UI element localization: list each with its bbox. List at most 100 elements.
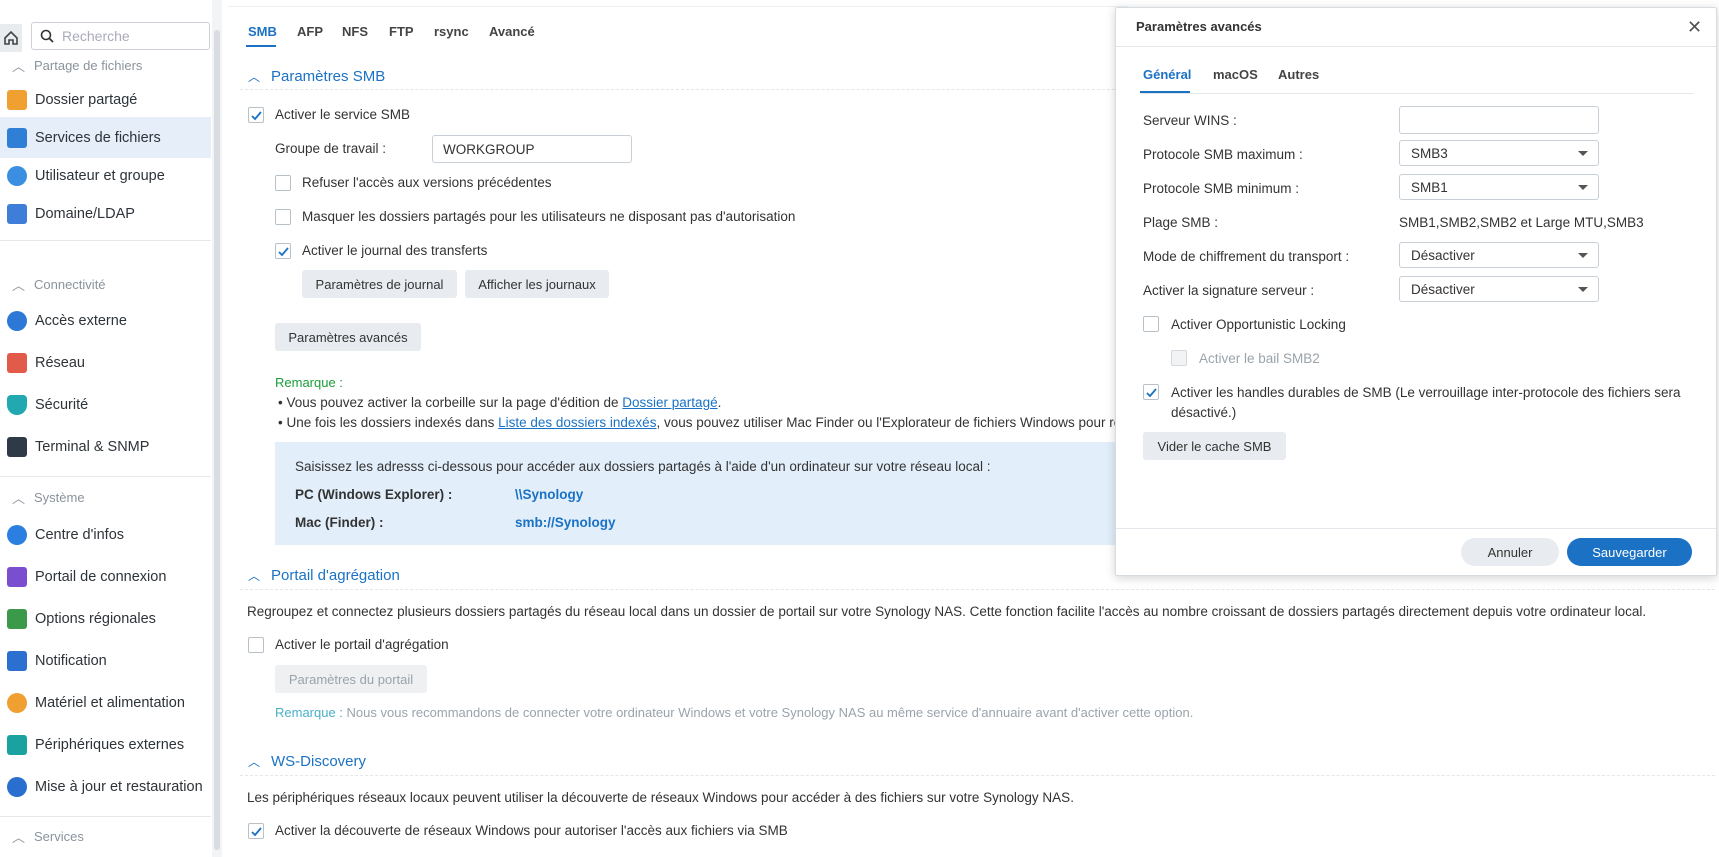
dialog-tab-general[interactable]: Général [1143, 67, 1191, 82]
tab-smb[interactable]: SMB [248, 24, 277, 39]
search-icon [40, 29, 54, 43]
sidebar-item-shared-folder[interactable]: Dossier partagé [0, 79, 211, 120]
clear-cache-button[interactable]: Vider le cache SMB [1143, 432, 1286, 460]
hide-shares-checkbox[interactable] [275, 209, 291, 225]
divider [240, 775, 1715, 776]
sidebar-item-domain[interactable]: Domaine/LDAP [0, 193, 211, 234]
section-services[interactable]: ︿ Services [0, 819, 212, 853]
sidebar-item-regional[interactable]: Options régionales [0, 598, 211, 639]
mac-address: smb://Synology [515, 515, 616, 530]
note-label: Remarque : [275, 375, 343, 390]
dialog-tab-macos[interactable]: macOS [1213, 67, 1258, 82]
sidebar-item-security[interactable]: Sécurité [0, 384, 211, 425]
max-protocol-select[interactable]: SMB3 [1399, 140, 1599, 166]
cancel-button[interactable]: Annuler [1461, 538, 1559, 566]
sidebar-item-file-services[interactable]: Services de fichiers [0, 117, 211, 158]
chevron-up-icon: ︿ [248, 755, 261, 769]
chevron-up-icon: ︿ [12, 829, 26, 845]
tab-advanced[interactable]: Avancé [489, 24, 535, 39]
sidebar-item-label: Portail de connexion [35, 568, 167, 585]
section-connectivite[interactable]: ︿ Connectivité [0, 267, 212, 301]
section-header-smb[interactable]: ︿ Paramètres SMB [248, 68, 385, 85]
enable-log-checkbox[interactable] [275, 243, 291, 259]
section-header-aggregation[interactable]: ︿ Portail d'agrégation [248, 567, 400, 584]
tab-afp[interactable]: AFP [297, 24, 323, 39]
update-restore-icon [7, 776, 27, 797]
chevron-down-icon [1578, 287, 1588, 292]
sidebar-item-update[interactable]: Mise à jour et restauration [0, 766, 211, 807]
smb-range-label: Plage SMB : [1143, 215, 1219, 230]
workgroup-label: Groupe de travail : [275, 141, 387, 156]
divider [1140, 93, 1693, 94]
enable-log-label: Activer le journal des transferts [302, 243, 488, 258]
min-protocol-select[interactable]: SMB1 [1399, 174, 1599, 200]
sidebar-item-label: Sécurité [35, 396, 89, 413]
note-text: Vous pouvez activer la corbeille sur la … [286, 395, 623, 410]
section-label: Partage de fichiers [34, 57, 143, 73]
user-group-icon [7, 165, 27, 186]
tab-ftp[interactable]: FTP [389, 24, 414, 39]
section-partage[interactable]: ︿ Partage de fichiers [0, 48, 212, 82]
signing-select[interactable]: Désactiver [1399, 276, 1599, 302]
chevron-up-icon: ︿ [12, 490, 26, 506]
workgroup-input[interactable]: WORKGROUP [432, 135, 632, 163]
enable-wsd-checkbox[interactable] [248, 823, 264, 839]
aggregation-note: Remarque : Nous vous recommandons de con… [275, 705, 1193, 720]
shared-folder-link[interactable]: Dossier partagé [622, 395, 717, 410]
chevron-down-icon [1578, 185, 1588, 190]
wins-input[interactable] [1399, 106, 1599, 134]
note-text: Nous vous recommandons de connecter votr… [346, 705, 1194, 720]
chevron-down-icon [1578, 253, 1588, 258]
wins-label: Serveur WINS : [1143, 113, 1237, 128]
enable-wsd-label: Activer la découverte de réseaux Windows… [275, 823, 788, 838]
sidebar-item-network[interactable]: Réseau [0, 342, 211, 383]
deny-previous-checkbox[interactable] [275, 175, 291, 191]
view-logs-button[interactable]: Afficher les journaux [465, 270, 609, 298]
sidebar-item-users[interactable]: Utilisateur et groupe [0, 155, 211, 196]
dialog-tab-autres[interactable]: Autres [1278, 67, 1319, 82]
sidebar-item-login-portal[interactable]: Portail de connexion [0, 556, 211, 597]
section-header-wsd[interactable]: ︿ WS-Discovery [248, 753, 366, 770]
sidebar-item-label: Dossier partagé [35, 91, 138, 108]
info-text: Saisissez les adresss ci-dessous pour ac… [295, 459, 991, 474]
aggregation-description: Regroupez et connectez plusieurs dossier… [247, 604, 1647, 619]
log-settings-button[interactable]: Paramètres de journal [302, 270, 457, 298]
smb2-lease-checkbox[interactable] [1171, 350, 1187, 366]
signing-label: Activer la signature serveur : [1143, 283, 1315, 298]
portal-settings-button[interactable]: Paramètres du portail [275, 665, 427, 693]
sidebar-item-info-center[interactable]: Centre d'infos [0, 514, 211, 555]
section-systeme[interactable]: ︿ Système [0, 480, 212, 514]
durable-handles-checkbox[interactable] [1143, 384, 1159, 400]
external-devices-icon [7, 734, 27, 755]
sidebar-item-label: Options régionales [35, 610, 156, 627]
regional-options-icon [7, 608, 27, 629]
tab-rsync[interactable]: rsync [434, 24, 469, 39]
sidebar-item-external-devices[interactable]: Périphériques externes [0, 724, 211, 765]
close-icon[interactable]: ✕ [1687, 17, 1702, 38]
save-button[interactable]: Sauvegarder [1567, 538, 1692, 566]
select-value: Désactiver [1411, 281, 1475, 297]
top-border [228, 6, 1128, 7]
sidebar-item-terminal[interactable]: Terminal & SNMP [0, 426, 211, 467]
chevron-up-icon: ︿ [248, 569, 261, 583]
section-title: Portail d'agrégation [271, 567, 400, 584]
enable-aggregation-checkbox[interactable] [248, 637, 264, 653]
select-value: SMB3 [1411, 145, 1448, 161]
sidebar-item-label: Centre d'infos [35, 526, 125, 543]
oplock-checkbox[interactable] [1143, 316, 1159, 332]
sidebar-item-external-access[interactable]: Accès externe [0, 300, 211, 341]
tab-nfs[interactable]: NFS [342, 24, 368, 39]
sidebar-item-notification[interactable]: Notification [0, 640, 211, 681]
note-text: Une fois les dossiers indexés dans [286, 415, 499, 430]
indexed-folders-link[interactable]: Liste des dossiers indexés [498, 415, 656, 430]
max-protocol-label: Protocole SMB maximum : [1143, 147, 1303, 162]
search-input[interactable]: Recherche [31, 22, 210, 50]
enable-smb-checkbox[interactable] [248, 107, 264, 123]
mac-label: Mac (Finder) : [295, 515, 384, 530]
search-placeholder: Recherche [62, 28, 130, 44]
encryption-select[interactable]: Désactiver [1399, 242, 1599, 268]
enable-aggregation-label: Activer le portail d'agrégation [275, 637, 449, 652]
advanced-settings-button[interactable]: Paramètres avancés [275, 323, 421, 351]
sidebar-scrollbar[interactable] [212, 0, 222, 857]
sidebar-item-hardware[interactable]: Matériel et alimentation [0, 682, 211, 723]
